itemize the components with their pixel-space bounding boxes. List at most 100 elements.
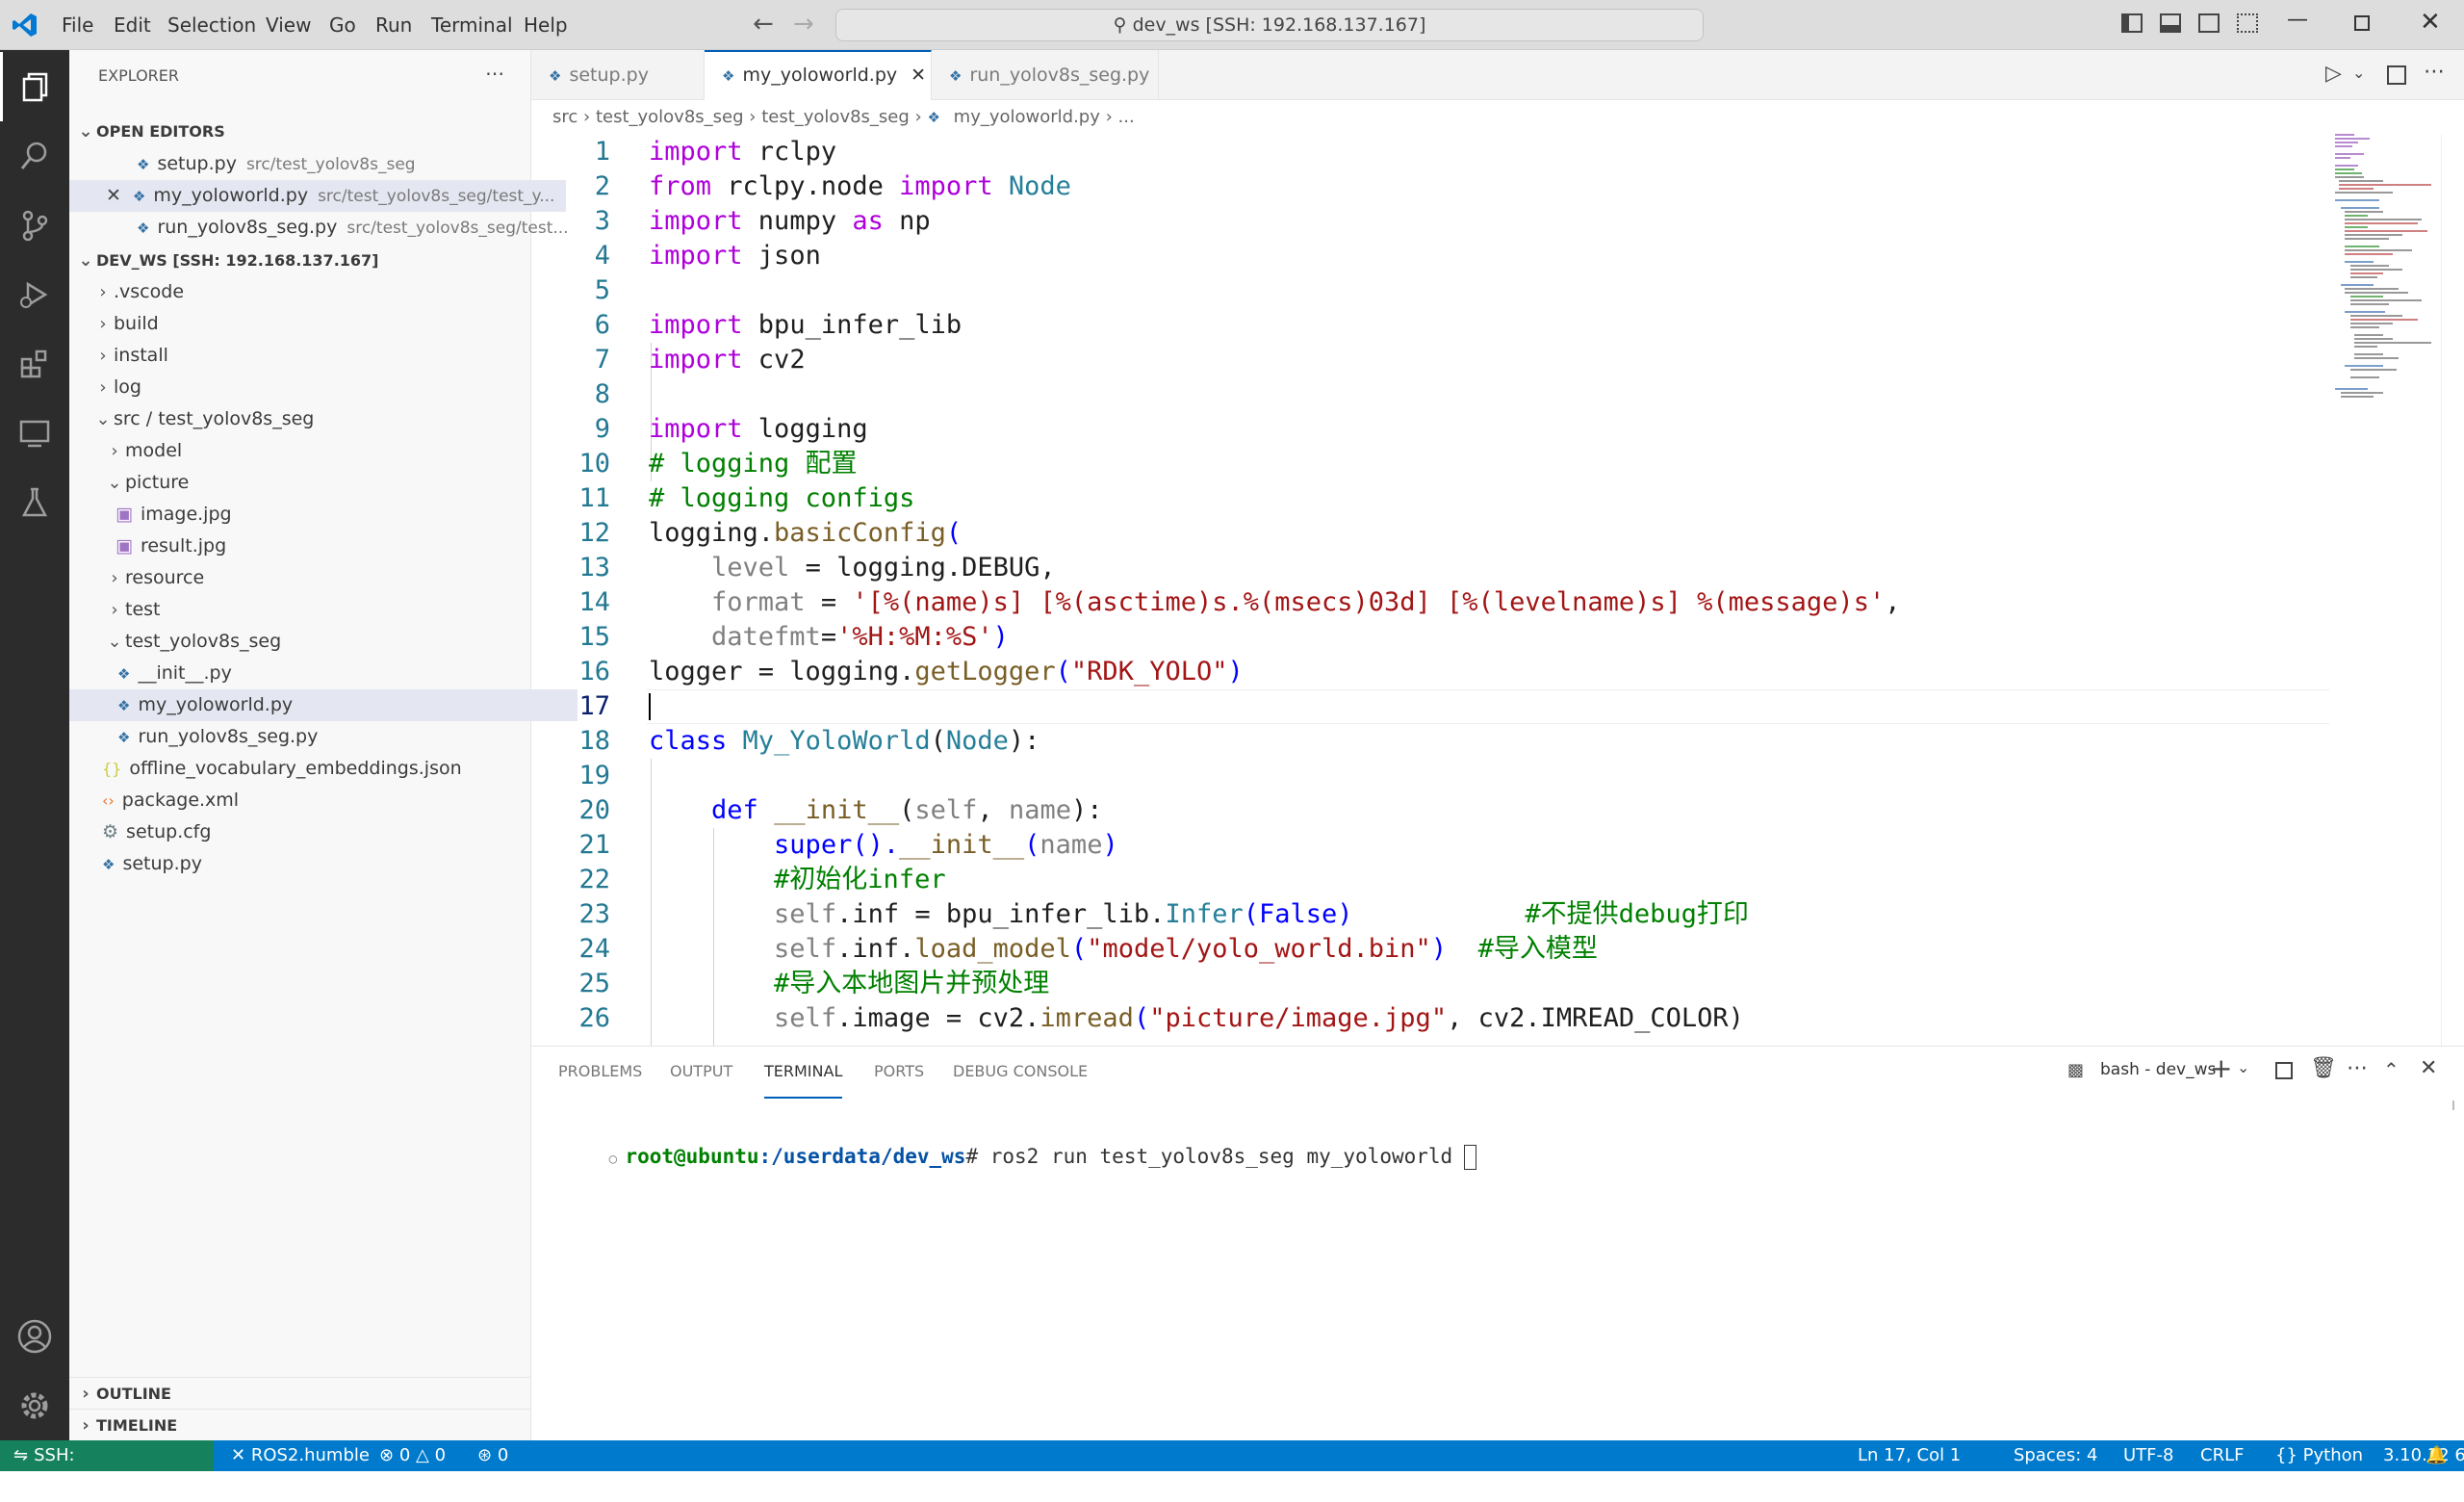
testing-icon[interactable] bbox=[0, 468, 69, 537]
breadcrumb-item[interactable]: ... bbox=[1118, 107, 1135, 127]
language-mode[interactable]: {} Python bbox=[2275, 1440, 2363, 1471]
accounts-icon[interactable] bbox=[0, 1302, 69, 1371]
breadcrumb-item[interactable]: test_yolov8s_seg bbox=[761, 107, 910, 127]
run-file-icon[interactable]: ▷ bbox=[2325, 62, 2342, 86]
remote-explorer-icon[interactable] bbox=[0, 399, 69, 468]
workspace-header[interactable]: ⌄ DEV_WS [SSH: 192.168.137.167] bbox=[69, 245, 535, 276]
code-editor[interactable]: 1 import rclpy 2 from rclpy.node import No… bbox=[531, 135, 2464, 1046]
terminal-scrollbar[interactable] bbox=[2447, 1101, 2454, 1110]
bell-icon[interactable]: 🔔 bbox=[2426, 1440, 2447, 1471]
terminal-instance-label[interactable]: bash - dev_ws bbox=[2100, 1060, 2216, 1079]
command-center[interactable]: ⚲ dev_ws [SSH: 192.168.137.167] bbox=[835, 9, 1704, 41]
timeline-header[interactable]: › TIMELINE bbox=[69, 1409, 535, 1441]
folder-build[interactable]: › build bbox=[69, 308, 552, 340]
code-token: level bbox=[649, 553, 790, 583]
more-actions-icon[interactable]: ⋯ bbox=[485, 62, 504, 85]
close-icon[interactable]: ✕ bbox=[106, 185, 121, 206]
tab-my-yoloworld-py[interactable]: ❖ my_yoloworld.py ✕ bbox=[705, 50, 932, 100]
outline-header[interactable]: › OUTLINE bbox=[69, 1377, 535, 1410]
tab-output[interactable]: OUTPUT bbox=[670, 1047, 732, 1097]
file-setup-py[interactable]: ❖ setup.py bbox=[69, 848, 562, 880]
back-arrow-icon[interactable]: ← bbox=[753, 10, 774, 39]
more-actions-icon[interactable]: ⋯ bbox=[2347, 1056, 2368, 1080]
tab-problems[interactable]: PROBLEMS bbox=[558, 1047, 642, 1097]
python-interpreter[interactable]: 3.10.12 64-bit bbox=[2383, 1440, 2464, 1471]
file-init-py[interactable]: ❖ __init__.py bbox=[69, 658, 578, 689]
menu-terminal[interactable]: Terminal bbox=[431, 0, 513, 50]
file-my-yoloworld-py[interactable]: ❖ my_yoloworld.py bbox=[69, 689, 578, 721]
explorer-icon[interactable] bbox=[0, 52, 72, 121]
menu-selection[interactable]: Selection bbox=[167, 0, 256, 50]
folder-log[interactable]: › log bbox=[69, 372, 552, 403]
file-image-jpg[interactable]: ▣ image.jpg bbox=[69, 499, 576, 531]
activity-bar bbox=[0, 50, 69, 1440]
toggle-secondary-sidebar-icon[interactable] bbox=[2198, 13, 2220, 33]
open-editor-item[interactable]: ❖ run_yolov8s_seg.py src/test_yolov8s_seg/… bbox=[69, 212, 597, 244]
minimap[interactable] bbox=[2325, 131, 2441, 458]
menu-go[interactable]: Go bbox=[329, 0, 356, 50]
problems-status[interactable]: ⊗ 0 △ 0 bbox=[379, 1440, 446, 1471]
tab-debug-console[interactable]: DEBUG CONSOLE bbox=[953, 1047, 1088, 1097]
folder-test-yolov8s-seg[interactable]: ⌄ test_yolov8s_seg bbox=[69, 626, 564, 658]
menu-view[interactable]: View bbox=[266, 0, 311, 50]
source-control-icon[interactable] bbox=[0, 191, 69, 260]
code-token: self bbox=[774, 934, 837, 964]
encoding-status[interactable]: UTF-8 bbox=[2123, 1440, 2173, 1471]
file-offline-vocabulary-json[interactable]: {} offline_vocabulary_embeddings.json bbox=[69, 753, 562, 785]
menu-edit[interactable]: Edit bbox=[114, 0, 151, 50]
ros-status[interactable]: ✕ ROS2.humble bbox=[231, 1440, 370, 1471]
folder-vscode[interactable]: › .vscode bbox=[69, 276, 552, 308]
close-window-icon[interactable]: ✕ bbox=[2420, 8, 2441, 37]
folder-resource[interactable]: › resource bbox=[69, 562, 564, 594]
tab-setup-py[interactable]: ❖ setup.py bbox=[531, 50, 705, 100]
toggle-panel-icon[interactable] bbox=[2160, 13, 2181, 33]
breadcrumb-item[interactable]: src bbox=[552, 107, 578, 127]
menu-run[interactable]: Run bbox=[375, 0, 412, 50]
run-debug-icon[interactable] bbox=[0, 260, 69, 329]
breadcrumb-item[interactable]: my_yoloworld.py bbox=[954, 107, 1100, 127]
new-terminal-icon[interactable]: + bbox=[2210, 1052, 2232, 1084]
cursor-position[interactable]: Ln 17, Col 1 bbox=[1858, 1440, 1961, 1471]
breadcrumb-item[interactable]: test_yolov8s_seg bbox=[596, 107, 744, 127]
file-package-xml[interactable]: ‹› package.xml bbox=[69, 785, 562, 816]
folder-src[interactable]: ⌄ src / test_yolov8s_seg bbox=[69, 403, 552, 435]
menu-help[interactable]: Help bbox=[524, 0, 568, 50]
file-setup-cfg[interactable]: ⚙ setup.cfg bbox=[69, 816, 562, 848]
toggle-sidebar-icon[interactable] bbox=[2121, 13, 2143, 33]
chevron-down-icon[interactable]: ⌄ bbox=[2352, 64, 2365, 82]
menu-file[interactable]: File bbox=[62, 0, 93, 50]
open-editor-item-active[interactable]: ✕ ❖ my_yoloworld.py src/test_yolov8s_seg/te… bbox=[69, 180, 566, 212]
search-view-icon[interactable] bbox=[0, 121, 69, 191]
open-editor-item[interactable]: ❖ setup.py src/test_yolov8s_seg bbox=[69, 148, 597, 180]
tab-terminal[interactable]: TERMINAL bbox=[764, 1047, 843, 1099]
maximize-panel-icon[interactable]: ⌃ bbox=[2383, 1058, 2400, 1081]
folder-model[interactable]: › model bbox=[69, 435, 564, 467]
restore-icon[interactable] bbox=[2354, 15, 2370, 31]
folder-test[interactable]: › test bbox=[69, 594, 564, 626]
file-result-jpg[interactable]: ▣ result.jpg bbox=[69, 531, 576, 562]
minimize-icon[interactable]: — bbox=[2287, 8, 2308, 32]
indentation-status[interactable]: Spaces: 4 bbox=[2014, 1440, 2097, 1471]
folder-install[interactable]: › install bbox=[69, 340, 552, 372]
chevron-down-icon[interactable]: ⌄ bbox=[2237, 1058, 2249, 1076]
forward-arrow-icon[interactable]: → bbox=[793, 10, 814, 39]
customize-layout-icon[interactable] bbox=[2237, 13, 2258, 33]
extensions-icon[interactable] bbox=[0, 329, 69, 399]
more-actions-icon[interactable]: ⋯ bbox=[2424, 60, 2445, 84]
split-terminal-icon[interactable] bbox=[2275, 1062, 2293, 1079]
trash-icon[interactable]: 🗑 bbox=[2310, 1056, 2337, 1080]
tab-ports[interactable]: PORTS bbox=[874, 1047, 924, 1097]
ports-status[interactable]: ⊛ 0 bbox=[477, 1440, 508, 1471]
open-editors-header[interactable]: ⌄ OPEN EDITORS bbox=[69, 116, 535, 147]
editor-vertical-scrollbar[interactable] bbox=[2441, 135, 2464, 1046]
close-panel-icon[interactable]: ✕ bbox=[2420, 1056, 2437, 1080]
remote-indicator[interactable]: ⇋ SSH: 192.168.137.167 bbox=[0, 1440, 214, 1496]
folder-picture[interactable]: ⌄ picture bbox=[69, 467, 564, 499]
close-tab-icon[interactable]: ✕ bbox=[911, 65, 926, 86]
split-editor-icon[interactable] bbox=[2387, 65, 2406, 85]
eol-status[interactable]: CRLF bbox=[2200, 1440, 2244, 1471]
settings-gear-icon[interactable] bbox=[0, 1371, 69, 1440]
file-run-yolov8s-seg-py[interactable]: ❖ run_yolov8s_seg.py bbox=[69, 721, 578, 753]
terminal-output[interactable]: ○ root@ubuntu:/userdata/dev_ws# ros2 run… bbox=[560, 1099, 1477, 1217]
tab-run-yolov8s-seg-py[interactable]: ❖ run_yolov8s_seg.py bbox=[932, 50, 1159, 100]
